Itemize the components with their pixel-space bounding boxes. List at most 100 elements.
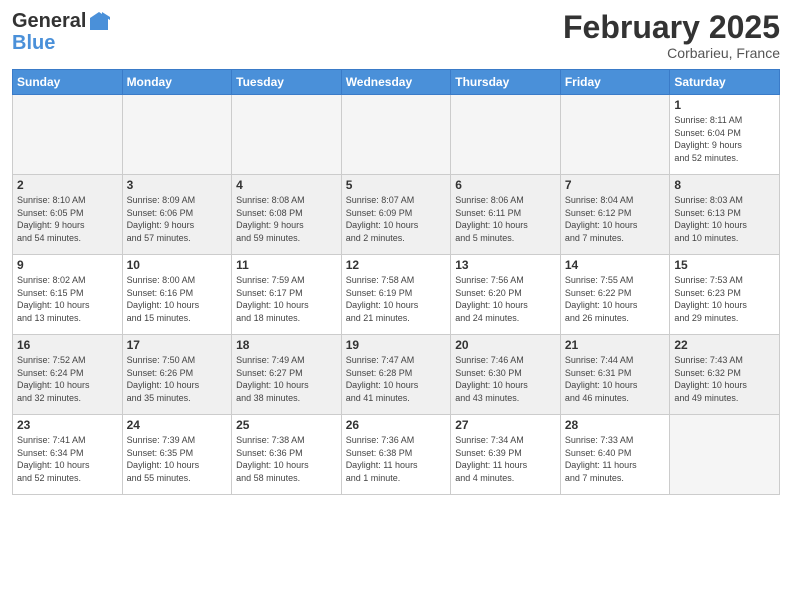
table-row: 3Sunrise: 8:09 AM Sunset: 6:06 PM Daylig… [122,175,232,255]
calendar-header-row: Sunday Monday Tuesday Wednesday Thursday… [13,70,780,95]
table-row: 18Sunrise: 7:49 AM Sunset: 6:27 PM Dayli… [232,335,342,415]
calendar-week-row: 23Sunrise: 7:41 AM Sunset: 6:34 PM Dayli… [13,415,780,495]
day-info: Sunrise: 7:38 AM Sunset: 6:36 PM Dayligh… [236,434,337,484]
day-info: Sunrise: 8:08 AM Sunset: 6:08 PM Dayligh… [236,194,337,244]
logo-general-text: General [12,10,86,32]
location: Corbarieu, France [563,45,780,61]
day-number: 8 [674,178,775,192]
table-row: 10 Sunrise: 8:00 AM Sunset: 6:16 PM Dayli… [122,255,232,335]
day-number: 7 [565,178,666,192]
day-info: Sunrise: 8:06 AM Sunset: 6:11 PM Dayligh… [455,194,556,244]
day-number: 11 [236,258,337,272]
col-sunday: Sunday [13,70,123,95]
col-monday: Monday [122,70,232,95]
day-number: 13 [455,258,556,272]
day-info: Sunrise: 7:43 AM Sunset: 6:32 PM Dayligh… [674,354,775,404]
day-info: Sunrise: 7:34 AM Sunset: 6:39 PM Dayligh… [455,434,556,484]
table-row: 5Sunrise: 8:07 AM Sunset: 6:09 PM Daylig… [341,175,451,255]
day-number: 28 [565,418,666,432]
main-container: General Blue February 2025 Corbarieu, Fr… [0,0,792,503]
table-row: 6 Sunrise: 8:06 AM Sunset: 6:11 PM Daylig… [451,175,561,255]
table-row: 17 Sunrise: 7:50 AM Sunset: 6:26 PM Dayli… [122,335,232,415]
day-number: 24 [127,418,228,432]
col-thursday: Thursday [451,70,561,95]
calendar-week-row: 2 Sunrise: 8:10 AM Sunset: 6:05 PM Daylig… [13,175,780,255]
day-info: Sunrise: 7:58 AM Sunset: 6:19 PM Dayligh… [346,274,447,324]
title-block: February 2025 Corbarieu, France [563,10,780,61]
day-number: 25 [236,418,337,432]
table-row: 13Sunrise: 7:56 AM Sunset: 6:20 PM Dayli… [451,255,561,335]
day-number: 20 [455,338,556,352]
table-row [341,95,451,175]
table-row: 7 Sunrise: 8:04 AM Sunset: 6:12 PM Daylig… [560,175,670,255]
day-number: 4 [236,178,337,192]
table-row [560,95,670,175]
day-info: Sunrise: 7:46 AM Sunset: 6:30 PM Dayligh… [455,354,556,404]
day-number: 19 [346,338,447,352]
table-row: 23Sunrise: 7:41 AM Sunset: 6:34 PM Dayli… [13,415,123,495]
day-info: Sunrise: 7:36 AM Sunset: 6:38 PM Dayligh… [346,434,447,484]
day-number: 23 [17,418,118,432]
table-row: 1 Sunrise: 8:11 AM Sunset: 6:04 PM Daylig… [670,95,780,175]
col-wednesday: Wednesday [341,70,451,95]
col-tuesday: Tuesday [232,70,342,95]
logo: General Blue [12,10,110,54]
calendar-week-row: 9Sunrise: 8:02 AM Sunset: 6:15 PM Daylig… [13,255,780,335]
table-row: 15Sunrise: 7:53 AM Sunset: 6:23 PM Dayli… [670,255,780,335]
day-info: Sunrise: 8:10 AM Sunset: 6:05 PM Dayligh… [17,194,118,244]
day-info: Sunrise: 8:00 AM Sunset: 6:16 PM Dayligh… [127,274,228,324]
col-saturday: Saturday [670,70,780,95]
table-row: 25 Sunrise: 7:38 AM Sunset: 6:36 PM Dayli… [232,415,342,495]
day-info: Sunrise: 8:02 AM Sunset: 6:15 PM Dayligh… [17,274,118,324]
day-info: Sunrise: 7:53 AM Sunset: 6:23 PM Dayligh… [674,274,775,324]
day-number: 21 [565,338,666,352]
table-row: 8 Sunrise: 8:03 AM Sunset: 6:13 PM Daylig… [670,175,780,255]
month-title: February 2025 [563,10,780,45]
table-row: 9Sunrise: 8:02 AM Sunset: 6:15 PM Daylig… [13,255,123,335]
table-row: 12 Sunrise: 7:58 AM Sunset: 6:19 PM Dayli… [341,255,451,335]
day-number: 2 [17,178,118,192]
table-row: 26 Sunrise: 7:36 AM Sunset: 6:38 PM Dayli… [341,415,451,495]
day-info: Sunrise: 7:59 AM Sunset: 6:17 PM Dayligh… [236,274,337,324]
day-info: Sunrise: 7:49 AM Sunset: 6:27 PM Dayligh… [236,354,337,404]
day-number: 27 [455,418,556,432]
table-row: 4 Sunrise: 8:08 AM Sunset: 6:08 PM Daylig… [232,175,342,255]
day-number: 22 [674,338,775,352]
day-info: Sunrise: 7:50 AM Sunset: 6:26 PM Dayligh… [127,354,228,404]
day-info: Sunrise: 8:11 AM Sunset: 6:04 PM Dayligh… [674,114,775,164]
calendar-week-row: 16Sunrise: 7:52 AM Sunset: 6:24 PM Dayli… [13,335,780,415]
day-number: 12 [346,258,447,272]
col-friday: Friday [560,70,670,95]
day-number: 26 [346,418,447,432]
day-number: 6 [455,178,556,192]
day-info: Sunrise: 7:44 AM Sunset: 6:31 PM Dayligh… [565,354,666,404]
day-info: Sunrise: 8:03 AM Sunset: 6:13 PM Dayligh… [674,194,775,244]
table-row [232,95,342,175]
header: General Blue February 2025 Corbarieu, Fr… [12,10,780,61]
table-row: 2 Sunrise: 8:10 AM Sunset: 6:05 PM Daylig… [13,175,123,255]
table-row: 28Sunrise: 7:33 AM Sunset: 6:40 PM Dayli… [560,415,670,495]
day-info: Sunrise: 7:55 AM Sunset: 6:22 PM Dayligh… [565,274,666,324]
table-row: 27 Sunrise: 7:34 AM Sunset: 6:39 PM Dayli… [451,415,561,495]
table-row [13,95,123,175]
calendar-table: Sunday Monday Tuesday Wednesday Thursday… [12,69,780,495]
table-row: 16Sunrise: 7:52 AM Sunset: 6:24 PM Dayli… [13,335,123,415]
day-info: Sunrise: 7:52 AM Sunset: 6:24 PM Dayligh… [17,354,118,404]
day-info: Sunrise: 8:07 AM Sunset: 6:09 PM Dayligh… [346,194,447,244]
table-row: 19 Sunrise: 7:47 AM Sunset: 6:28 PM Dayli… [341,335,451,415]
day-info: Sunrise: 8:04 AM Sunset: 6:12 PM Dayligh… [565,194,666,244]
table-row: 14 Sunrise: 7:55 AM Sunset: 6:22 PM Dayli… [560,255,670,335]
table-row [670,415,780,495]
day-number: 17 [127,338,228,352]
table-row: 21 Sunrise: 7:44 AM Sunset: 6:31 PM Dayli… [560,335,670,415]
calendar-week-row: 1 Sunrise: 8:11 AM Sunset: 6:04 PM Daylig… [13,95,780,175]
day-info: Sunrise: 7:39 AM Sunset: 6:35 PM Dayligh… [127,434,228,484]
day-info: Sunrise: 8:09 AM Sunset: 6:06 PM Dayligh… [127,194,228,244]
day-number: 14 [565,258,666,272]
day-number: 1 [674,98,775,112]
table-row: 11 Sunrise: 7:59 AM Sunset: 6:17 PM Dayli… [232,255,342,335]
table-row: 22 Sunrise: 7:43 AM Sunset: 6:32 PM Dayli… [670,335,780,415]
day-number: 10 [127,258,228,272]
logo-blue-text: Blue [12,32,110,54]
day-info: Sunrise: 7:47 AM Sunset: 6:28 PM Dayligh… [346,354,447,404]
